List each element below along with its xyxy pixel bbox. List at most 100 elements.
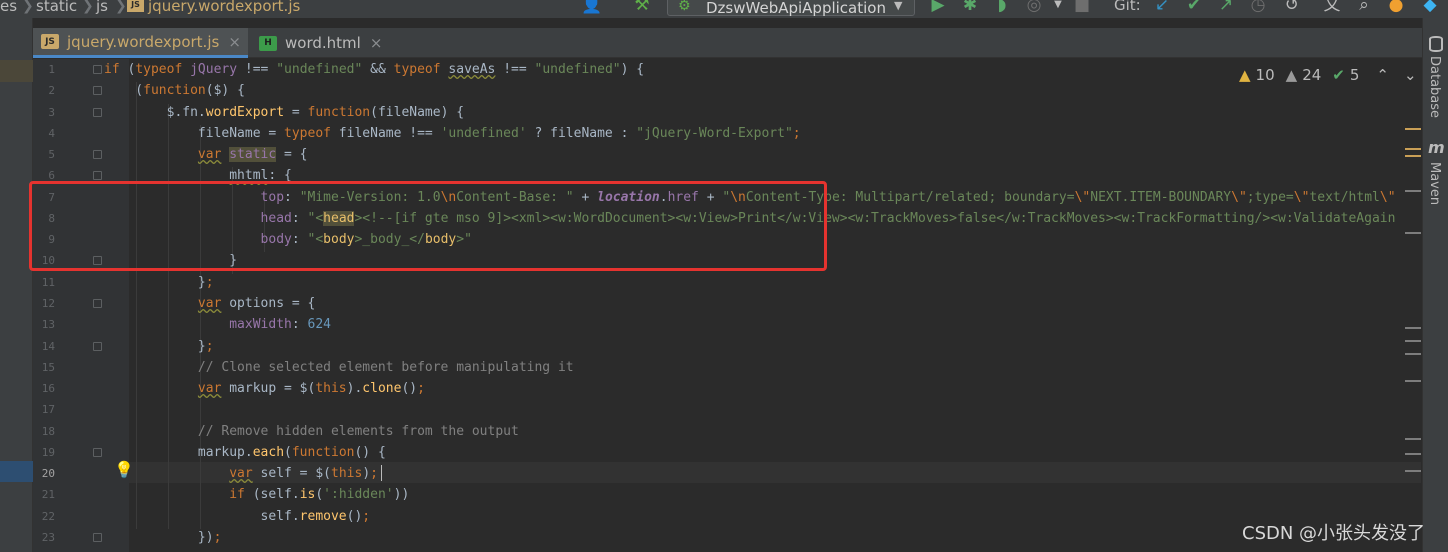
scrollbar-marker[interactable] xyxy=(1405,438,1421,440)
fold-marker[interactable] xyxy=(93,107,102,117)
code-line[interactable]: if (typeof jQuery !== "undefined" && typ… xyxy=(104,59,644,80)
scrollbar-marker[interactable] xyxy=(1405,470,1421,472)
warning-icon: ▲ xyxy=(1239,66,1251,84)
tab-label: jquery.wordexport.js xyxy=(67,32,220,51)
git-commit-icon[interactable]: ✔ xyxy=(1182,0,1206,15)
inspection-widget[interactable]: ▲ 10 ▲ 24 ✔ 5 ⌃ ⌄ xyxy=(1239,64,1417,86)
html-file-icon: H xyxy=(259,35,277,51)
search-icon[interactable]: ⌕ xyxy=(1352,0,1376,15)
ok-count: 5 xyxy=(1349,66,1360,84)
scrollbar-marker[interactable] xyxy=(1405,453,1421,455)
fold-marker[interactable] xyxy=(93,65,102,74)
code-line[interactable]: // Remove hidden elements from the outpu… xyxy=(104,421,519,442)
close-icon[interactable]: × xyxy=(228,33,241,51)
scrollbar-marker[interactable] xyxy=(1405,380,1421,382)
code-line[interactable]: if (self.is(':hidden')) xyxy=(104,484,409,505)
text-caret xyxy=(381,465,382,481)
js-file-icon: JS xyxy=(127,0,144,12)
more-run-options-icon[interactable]: ▼ xyxy=(1046,0,1070,15)
code-editor[interactable]: if (typeof jQuery !== "undefined" && typ… xyxy=(104,59,1422,552)
code-line[interactable]: $.fn.wordExport = function(fileName) { xyxy=(104,102,464,123)
line-number: 12 xyxy=(41,296,55,310)
database-icon[interactable] xyxy=(1429,36,1443,52)
lightbulb-icon[interactable]: 💡 xyxy=(114,460,134,479)
maven-panel-label[interactable]: Maven xyxy=(1427,162,1442,205)
code-line[interactable]: }; xyxy=(104,272,214,293)
code-line[interactable]: var markup = $(this).clone(); xyxy=(104,378,425,399)
breadcrumb-file[interactable]: jquery.wordexport.js xyxy=(148,0,300,15)
stop-icon[interactable]: ■ xyxy=(1070,0,1094,15)
fold-marker[interactable] xyxy=(93,86,102,96)
fold-marker[interactable] xyxy=(93,171,102,181)
git-push-icon[interactable]: ↗ xyxy=(1214,0,1238,15)
build-hammer-icon[interactable]: ⚒ xyxy=(630,0,654,15)
line-number: 11 xyxy=(41,275,55,289)
fold-marker[interactable] xyxy=(93,532,102,542)
code-line[interactable]: var options = { xyxy=(104,293,315,314)
code-line[interactable]: }); xyxy=(104,527,222,548)
chevron-up-icon[interactable]: ⌃ xyxy=(1376,66,1389,84)
profile-icon[interactable]: ◎ xyxy=(1022,0,1046,15)
git-update-icon[interactable]: ↙ xyxy=(1150,0,1174,15)
line-number: 17 xyxy=(41,403,55,417)
line-number: 18 xyxy=(41,424,55,438)
fold-marker[interactable] xyxy=(93,341,102,351)
translate-icon[interactable]: 文 xyxy=(1320,0,1344,15)
breadcrumb-separator: ❯ xyxy=(115,0,127,14)
scrollbar-marker[interactable] xyxy=(1405,190,1421,192)
scrollbar-marker[interactable] xyxy=(1405,232,1421,234)
line-number: 4 xyxy=(48,126,55,140)
scrollbar-marker[interactable] xyxy=(1405,128,1421,130)
fold-marker[interactable] xyxy=(93,150,102,160)
left-strip-selection xyxy=(0,461,33,482)
git-label: Git: xyxy=(1114,0,1141,14)
update-available-icon[interactable]: ● xyxy=(1384,0,1408,15)
breadcrumb-item[interactable]: static xyxy=(36,0,77,15)
line-number: 1 xyxy=(48,63,55,76)
chevron-down-icon[interactable]: ⌄ xyxy=(1404,66,1417,84)
plugin-icon[interactable]: ◆ xyxy=(1418,0,1442,15)
code-line[interactable]: (function($) { xyxy=(104,80,245,101)
code-line[interactable]: }; xyxy=(104,336,214,357)
code-line[interactable]: // Clone selected element before manipul… xyxy=(104,357,574,378)
code-line[interactable]: maxWidth: 624 xyxy=(104,314,331,335)
js-file-icon: JS xyxy=(41,34,59,49)
scrollbar-marker[interactable] xyxy=(1405,327,1421,329)
code-line[interactable]: var self = $(this); xyxy=(104,463,378,484)
scrollbar-marker[interactable] xyxy=(1405,340,1421,342)
rollback-icon[interactable]: ↺ xyxy=(1280,0,1304,15)
line-number: 23 xyxy=(41,530,55,544)
history-icon[interactable]: ◷ xyxy=(1246,0,1270,15)
breadcrumb-item[interactable]: es xyxy=(0,0,17,15)
database-panel-label[interactable]: Database xyxy=(1427,56,1442,118)
fold-marker[interactable] xyxy=(93,447,102,457)
line-number: 16 xyxy=(41,382,55,396)
line-number: 15 xyxy=(41,360,55,374)
breadcrumb-item[interactable]: js xyxy=(96,0,108,15)
chevron-down-icon: ▼ xyxy=(894,0,903,12)
code-line[interactable]: markup.each(function() { xyxy=(104,442,386,463)
line-number: 13 xyxy=(41,318,55,332)
tab-word-html[interactable]: H word.html × xyxy=(251,28,391,58)
scrollbar-marker[interactable] xyxy=(1405,353,1421,355)
tab-jquery-wordexport[interactable]: JS jquery.wordexport.js × xyxy=(33,28,248,58)
coverage-icon[interactable]: ◗ xyxy=(990,0,1014,15)
fold-marker[interactable] xyxy=(93,298,102,308)
run-config-dropdown[interactable]: ⚙ DzswWebApiApplication ▼ xyxy=(667,0,915,17)
weak-warning-count: 24 xyxy=(1302,66,1322,84)
run-icon[interactable]: ▶ xyxy=(926,0,950,15)
debug-icon[interactable]: ✱ xyxy=(958,0,982,15)
maven-icon[interactable]: m xyxy=(1428,138,1445,157)
run-config-label: DzswWebApiApplication xyxy=(706,0,886,17)
code-line[interactable]: self.remove(); xyxy=(104,506,371,527)
close-icon[interactable]: × xyxy=(370,34,383,52)
code-line[interactable]: var static = { xyxy=(104,144,308,165)
scrollbar-marker[interactable] xyxy=(1405,155,1421,157)
line-number: 2 xyxy=(48,84,55,98)
code-line[interactable]: fileName = typeof fileName !== 'undefine… xyxy=(104,123,801,144)
line-number: 19 xyxy=(41,445,55,459)
breadcrumb-separator: ❯ xyxy=(22,0,34,14)
scrollbar-marker[interactable] xyxy=(1405,148,1421,150)
user-icon[interactable]: 👤 xyxy=(580,0,604,15)
line-number: 3 xyxy=(48,105,55,119)
